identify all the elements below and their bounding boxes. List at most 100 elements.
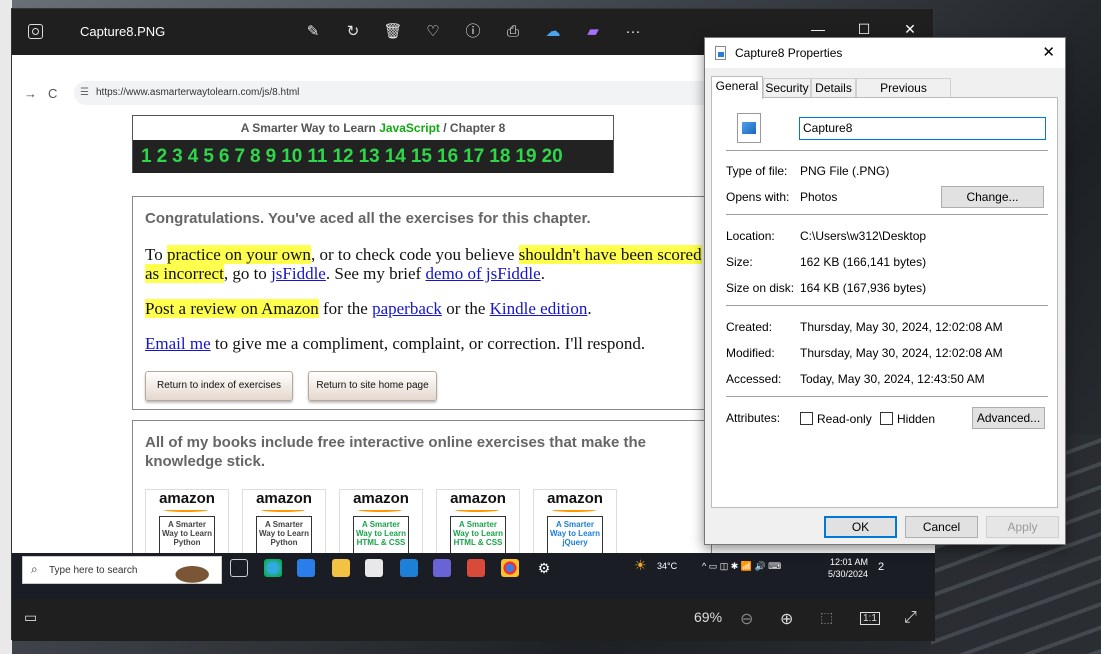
size-on-disk-value: 164 KB (167,936 bytes) [800,281,927,295]
fit-window-icon[interactable]: ⬚ [820,609,833,626]
readonly-label: Read-only [817,412,872,426]
email-paragraph: Email me to give me a compliment, compla… [145,334,646,353]
amazon-smile-icon [358,508,402,512]
chapter-link: 6 [218,146,230,167]
properties-close-icon[interactable]: ✕ [1042,43,1055,61]
screenshot-taskbar: ⌕ Type here to search ⚙ ☀ 34°C ^ ▭ ◫ ✱ 📶… [12,553,935,599]
properties-titlebar: Capture8 Properties ✕ [705,38,1065,68]
clipchamp-icon[interactable]: ▰ [582,21,604,43]
chapter-link: 18 [489,146,511,167]
photos-app-icon [28,24,43,39]
amazon-logo: amazon [353,490,409,507]
general-pane: Capture8 Type of file: PNG File (.PNG) O… [711,97,1058,508]
apply-button[interactable]: Apply [986,516,1059,538]
chapter-link: 14 [384,146,406,167]
review-paragraph: Post a review on Amazon for the paperbac… [145,299,592,318]
tab-details[interactable]: Details [811,78,856,98]
delete-icon[interactable]: 🗑 [382,21,404,43]
readonly-checkbox[interactable] [800,412,813,425]
settings-icon: ⚙ [537,560,551,576]
chapter-link: 4 [187,146,199,167]
edge-icon [264,559,282,577]
opens-with-label: Opens with: [726,190,790,204]
zoom-in-icon[interactable]: ⊕ [780,609,793,629]
tab-security[interactable]: Security [763,78,811,98]
chapter-link: 9 [265,146,277,167]
ok-button[interactable]: OK [824,516,897,538]
photos-bottom-bar: ▭ 69% ⊖ ⊕ ⬚ 1:1 ⤢ [12,599,935,641]
tab-general[interactable]: General [711,76,763,99]
hidden-checkbox[interactable] [880,412,893,425]
chapter-link: 7 [234,146,246,167]
paint-icon [467,559,485,577]
tab-previous-versions[interactable]: Previous Versions [856,78,951,113]
advanced-button[interactable]: Advanced... [972,407,1045,429]
favorite-icon[interactable]: ♡ [422,21,444,43]
email-link: Email me [145,334,211,353]
amazon-smile-icon [552,508,596,512]
chapter-link: 13 [358,146,380,167]
size-label: Size: [726,255,753,269]
books-title: All of my books include free interactive… [145,434,647,470]
chapter-link: 3 [172,146,183,167]
filename-field[interactable]: Capture8 [799,117,1046,140]
amazon-smile-icon [261,508,305,512]
print-icon[interactable]: ⎙ [502,21,524,43]
file-icon [715,46,726,60]
taskbar-date: 5/30/2024 [828,569,869,579]
properties-dialog: Capture8 Properties ✕ General Security D… [704,37,1066,545]
copilot-icon [433,559,451,577]
type-label: Type of file: [726,164,788,178]
fullscreen-icon[interactable]: ⤢ [904,609,917,627]
site-settings-icon: ☰ [80,87,89,98]
chapter-link: 19 [515,146,537,167]
info-icon[interactable]: ⓘ [462,21,484,43]
weather-icon: ☀ [634,557,647,573]
task-view-icon [230,559,248,577]
reload-icon: C [48,86,58,101]
tray-icons: ^ ▭ ◫ ✱ 📶 🔊 ⌨ [702,561,782,571]
created-value: Thursday, May 30, 2024, 12:02:08 AM [800,320,1003,334]
practice-paragraph: To practice on your own, or to check cod… [145,245,702,283]
opens-with-value: Photos [800,190,838,204]
change-button[interactable]: Change... [941,186,1044,208]
chapter-link: 2 [156,146,168,167]
chapter-link: 16 [437,146,459,167]
chapter-link: 8 [250,146,261,167]
notification-count: 2 [878,561,885,573]
divider [726,305,1048,306]
filmstrip-icon[interactable]: ▭ [24,609,37,626]
accessed-value: Today, May 30, 2024, 12:43:50 AM [800,372,985,386]
divider [726,150,1048,151]
actual-size-button[interactable]: 1:1 [860,612,880,625]
zoom-out-icon[interactable]: ⊖ [740,609,753,629]
rotate-icon[interactable]: ↻ [342,21,364,43]
location-value: C:\Users\w312\Desktop [800,229,927,243]
amazon-smile-icon [455,508,499,512]
chapter-nav: A Smarter Way to Learn JavaScript / Chap… [132,115,614,173]
more-icon[interactable]: ··· [622,21,644,43]
jsfiddle-link: jsFiddle [271,264,326,283]
size-on-disk-label: Size on disk: [726,281,795,295]
onedrive-icon[interactable]: ☁ [542,21,564,43]
chapter-link: 12 [332,146,354,167]
file-explorer-icon [332,559,350,577]
mail-icon [400,559,418,577]
created-label: Created: [726,320,773,334]
screenshot-address-bar: ☰ https://www.asmarterwaytolearn.com/js/… [74,81,714,105]
search-highlight-image [173,560,221,584]
cancel-button[interactable]: Cancel [905,516,978,538]
properties-title: Capture8 Properties [735,46,843,60]
screenshot-url: https://www.asmarterwaytolearn.com/js/8.… [96,87,300,98]
amazon-smile-icon [164,508,208,512]
search-icon: ⌕ [31,562,38,576]
taskbar-time: 12:01 AM [830,557,869,567]
edit-icon[interactable]: ✎ [302,21,324,43]
vscode-icon [297,559,315,577]
amazon-logo: amazon [450,490,506,507]
type-value: PNG File (.PNG) [800,164,890,178]
chapter-number-list: 1 2 3 4 5 6 7 8 9 10 11 12 13 14 15 16 17 18 19 20 [133,140,613,173]
screenshot-browser-bar: → C ☰ https://www.asmarterwaytolearn.com… [12,79,714,107]
size-value: 162 KB (166,141 bytes) [800,255,927,269]
modified-value: Thursday, May 30, 2024, 12:02:08 AM [800,346,1003,360]
